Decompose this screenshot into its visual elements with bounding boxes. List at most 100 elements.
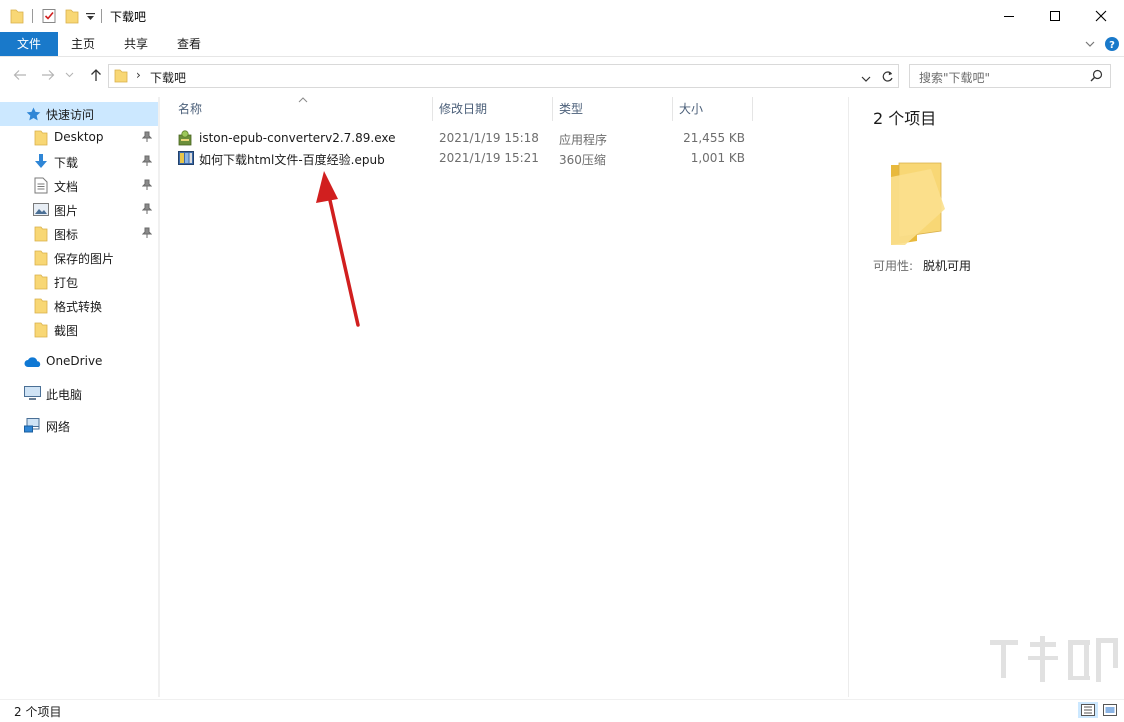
folder-icon: [114, 68, 128, 86]
help-icon[interactable]: ?: [1104, 36, 1120, 55]
folder-icon: [34, 298, 48, 317]
nav-quick-access[interactable]: 快速访问: [0, 102, 158, 126]
refresh-button[interactable]: [876, 64, 899, 88]
file-type: 应用程序: [559, 133, 608, 147]
pin-icon: [141, 203, 153, 218]
large-icons-view-button[interactable]: [1100, 702, 1120, 718]
file-modified: 2021/1/19 15:18: [439, 131, 539, 145]
pin-icon: [141, 155, 153, 170]
column-header-size[interactable]: 大小: [679, 97, 749, 121]
details-item-count: 2 个项目: [873, 109, 937, 128]
tab-file[interactable]: 文件: [0, 32, 58, 56]
chevron-down-icon: [65, 72, 73, 78]
nav-network[interactable]: 网络: [0, 414, 158, 438]
file-size: 1,001 KB: [690, 151, 745, 165]
pin-icon: [141, 179, 153, 194]
nav-item-saved-pictures[interactable]: 保存的图片: [0, 246, 158, 270]
nav-item-pictures[interactable]: 图片: [0, 198, 158, 222]
customize-toolbar-icon[interactable]: [86, 11, 95, 25]
details-view-icon: [1081, 704, 1095, 716]
nav-item-package[interactable]: 打包: [0, 270, 158, 294]
breadcrumb-separator[interactable]: ›: [136, 68, 141, 82]
nav-item-label: 下载: [54, 156, 79, 170]
arrow-left-icon: [13, 70, 26, 80]
nav-item-label: 保存的图片: [54, 252, 115, 266]
nav-item-label: 图片: [54, 204, 79, 218]
file-modified: 2021/1/19 15:21: [439, 151, 539, 165]
folder-preview-icon: [887, 161, 949, 250]
details-view-button[interactable]: [1078, 702, 1098, 718]
nav-item-downloads[interactable]: 下载: [0, 150, 158, 174]
recent-locations-button[interactable]: [62, 66, 76, 84]
nav-this-pc-label: 此电脑: [46, 388, 83, 402]
search-placeholder: 搜索"下载吧": [919, 71, 991, 85]
nav-item-label: 打包: [54, 276, 79, 290]
nav-onedrive-label: OneDrive: [46, 354, 103, 368]
nav-this-pc[interactable]: 此电脑: [0, 382, 158, 406]
back-button[interactable]: [10, 66, 30, 84]
file-row[interactable]: 如何下载html文件-百度经验.epub 2021/1/19 15:21 360…: [170, 148, 846, 168]
pictures-icon: [33, 203, 49, 219]
toolbar-separator: [101, 9, 102, 23]
folder-icon: [34, 250, 48, 269]
search-input[interactable]: 搜索"下载吧": [909, 64, 1111, 88]
folder-icon: [34, 274, 48, 293]
pin-icon: [141, 131, 153, 146]
forward-button[interactable]: [38, 66, 58, 84]
toolbar-separator: [32, 9, 33, 23]
folder-icon[interactable]: [10, 8, 24, 27]
new-folder-icon[interactable]: [65, 8, 79, 27]
tab-share[interactable]: 共享: [110, 32, 162, 56]
installer-icon: [178, 130, 192, 149]
nav-pane-splitter[interactable]: [158, 97, 160, 697]
nav-item-label: Desktop: [54, 130, 104, 144]
folder-icon: [34, 226, 48, 245]
nav-item-label: 图标: [54, 228, 79, 242]
maximize-icon: [1050, 11, 1060, 21]
search-icon: [1090, 69, 1103, 85]
nav-item-label: 格式转换: [54, 300, 103, 314]
properties-icon[interactable]: [41, 8, 57, 27]
folder-icon: [34, 322, 48, 341]
column-header-name[interactable]: 名称: [178, 97, 428, 121]
nav-network-label: 网络: [46, 420, 71, 434]
address-bar[interactable]: › 下载吧: [108, 64, 878, 88]
archive-icon: [178, 151, 194, 168]
close-icon: [1095, 10, 1107, 22]
navigation-pane: 快速访问 Desktop 下载 文档 图片 图标 保存的图片 打包 格式转换 截…: [0, 97, 158, 697]
file-type: 360压缩: [559, 153, 606, 167]
file-row[interactable]: iston-epub-converterv2.7.89.exe 2021/1/1…: [170, 128, 846, 148]
nav-item-desktop[interactable]: Desktop: [0, 126, 158, 150]
column-header-modified[interactable]: 修改日期: [439, 97, 549, 121]
up-button[interactable]: [86, 66, 106, 84]
star-icon: [26, 107, 41, 124]
breadcrumb-current[interactable]: 下载吧: [150, 69, 186, 86]
network-icon: [24, 418, 41, 437]
tab-home[interactable]: 主页: [58, 32, 108, 56]
nav-item-documents[interactable]: 文档: [0, 174, 158, 198]
maximize-button[interactable]: [1032, 0, 1078, 32]
title-bar: 下载吧: [0, 0, 1124, 32]
status-item-count: 2 个项目: [14, 705, 62, 719]
folder-icon: [34, 130, 48, 149]
details-pane: 2 个项目 可用性: 脱机可用: [848, 97, 1124, 697]
column-divider[interactable]: [672, 97, 673, 121]
close-button[interactable]: [1078, 0, 1124, 32]
column-header-type[interactable]: 类型: [559, 97, 669, 121]
minimize-button[interactable]: [986, 0, 1032, 32]
nav-onedrive[interactable]: OneDrive: [0, 350, 158, 374]
file-size: 21,455 KB: [683, 131, 745, 145]
address-row: › 下载吧 搜索"下载吧": [0, 57, 1124, 93]
large-icons-view-icon: [1103, 704, 1117, 716]
column-divider[interactable]: [432, 97, 433, 121]
document-icon: [34, 177, 48, 197]
nav-item-format-convert[interactable]: 格式转换: [0, 294, 158, 318]
nav-item-screenshots[interactable]: 截图: [0, 318, 158, 342]
column-divider[interactable]: [752, 97, 753, 121]
nav-item-icons[interactable]: 图标: [0, 222, 158, 246]
address-history-icon[interactable]: [861, 72, 871, 86]
column-divider[interactable]: [552, 97, 553, 121]
window-title: 下载吧: [110, 10, 147, 24]
ribbon-expand-icon[interactable]: [1084, 38, 1096, 53]
tab-view[interactable]: 查看: [164, 32, 214, 56]
